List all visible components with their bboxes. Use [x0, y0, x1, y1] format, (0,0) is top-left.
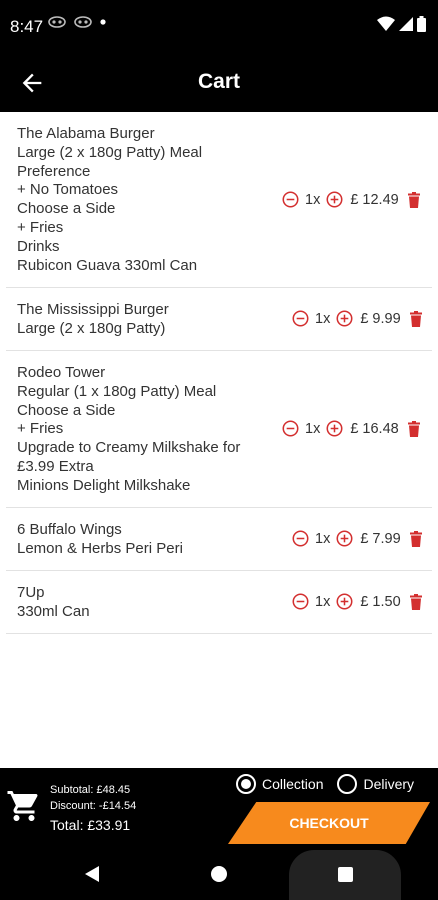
item-controls: 1x £ 12.49 [282, 191, 421, 208]
minus-circle-icon[interactable] [292, 530, 309, 547]
cart-item: 7Up 330ml Can 1x £ 1.50 [6, 571, 432, 634]
delivery-label[interactable]: Delivery [363, 776, 414, 792]
item-quantity: 1x [315, 530, 331, 547]
item-line: Preference [17, 162, 91, 180]
item-line: + Fries [17, 218, 64, 236]
nav-recents-button[interactable] [289, 850, 401, 900]
item-line: Rodeo Tower [17, 364, 106, 381]
collection-radio[interactable] [236, 774, 256, 794]
item-line: Lemon & Herbs Peri Peri [17, 539, 183, 557]
trash-icon[interactable] [409, 593, 423, 610]
item-line: Upgrade to Creamy Milkshake for [17, 439, 241, 457]
cart-item-description: The Mississippi Burger Large (2 x 180g P… [17, 301, 169, 339]
cart-item: The Mississippi Burger Large (2 x 180g P… [6, 288, 432, 351]
page-title: Cart [197, 70, 240, 93]
item-line: Regular (1 x 180g Patty) Meal [17, 382, 217, 400]
nav-back-icon[interactable] [84, 865, 100, 883]
shopping-cart-icon [7, 791, 38, 821]
item-line: Minions Delight Milkshake [17, 476, 191, 494]
nav-home-icon[interactable] [211, 866, 227, 882]
nav-recents-icon [338, 867, 353, 882]
plus-circle-icon[interactable] [336, 593, 353, 610]
item-quantity: 1x [305, 191, 321, 208]
item-controls: 1x £ 16.48 [282, 420, 421, 437]
item-price: £ 1.50 [360, 593, 401, 610]
cart-item: 6 Buffalo Wings Lemon & Herbs Peri Peri … [6, 508, 432, 571]
item-line: Drinks [17, 237, 60, 255]
item-line: + No Tomatoes [17, 181, 119, 199]
item-line: + Fries [17, 420, 64, 438]
minus-circle-icon[interactable] [292, 593, 309, 610]
status-system-icons [377, 16, 426, 32]
plus-circle-icon[interactable] [336, 530, 353, 547]
order-type-selector: Collection Delivery [236, 774, 414, 794]
trash-icon[interactable] [407, 191, 421, 208]
status-time: 8:47 [10, 17, 44, 36]
item-line: Choose a Side [17, 401, 116, 419]
trash-icon[interactable] [407, 420, 421, 437]
plus-circle-icon[interactable] [336, 310, 353, 327]
notification-icon [74, 16, 92, 28]
collection-label[interactable]: Collection [262, 776, 323, 792]
minus-circle-icon[interactable] [292, 310, 309, 327]
wifi-icon [377, 16, 395, 31]
cart-item: Rodeo Tower Regular (1 x 180g Patty) Mea… [6, 351, 432, 508]
trash-icon[interactable] [409, 310, 423, 327]
item-line: Large (2 x 180g Patty) [17, 319, 166, 337]
cart-item-description: 6 Buffalo Wings Lemon & Herbs Peri Peri [17, 521, 183, 559]
battery-icon [417, 16, 426, 32]
cart-item: The Alabama Burger Large (2 x 180g Patty… [6, 112, 432, 288]
item-quantity: 1x [305, 420, 321, 437]
item-quantity: 1x [315, 593, 331, 610]
cart-list: The Alabama Burger Large (2 x 180g Patty… [0, 112, 438, 768]
item-controls: 1x £ 1.50 [292, 593, 423, 610]
item-price: £ 9.99 [360, 310, 401, 327]
delivery-radio[interactable] [337, 774, 358, 794]
item-line: 7Up [17, 584, 45, 601]
plus-circle-icon[interactable] [326, 191, 343, 208]
item-price: £ 7.99 [360, 530, 401, 547]
cart-item-description: The Alabama Burger Large (2 x 180g Patty… [17, 125, 202, 275]
signal-icon [399, 17, 413, 31]
total: Total: £33.91 [50, 817, 131, 833]
item-price: £ 12.49 [350, 191, 399, 208]
item-line: The Alabama Burger [17, 125, 155, 142]
checkout-button[interactable]: CHECKOUT [228, 802, 430, 844]
status-notifications [48, 16, 106, 28]
item-line: 330ml Can [17, 602, 90, 620]
dot-icon [100, 19, 106, 25]
status-bar: 8:47 [0, 0, 438, 54]
trash-icon[interactable] [409, 530, 423, 547]
checkout-bar: Subtotal: £48.45 Discount: -£14.54 Total… [0, 768, 438, 848]
system-nav-bar [0, 848, 438, 900]
item-price: £ 16.48 [350, 420, 399, 437]
notification-icon [48, 16, 66, 28]
item-line: The Mississippi Burger [17, 301, 169, 318]
minus-circle-icon[interactable] [282, 191, 299, 208]
app-bar: Cart [0, 54, 438, 112]
minus-circle-icon[interactable] [282, 420, 299, 437]
discount: Discount: -£14.54 [50, 800, 137, 812]
item-controls: 1x £ 7.99 [292, 530, 423, 547]
cart-item-description: Rodeo Tower Regular (1 x 180g Patty) Mea… [17, 364, 240, 496]
item-line: Large (2 x 180g Patty) Meal [17, 143, 203, 161]
item-line: 6 Buffalo Wings [17, 521, 122, 538]
cart-item-description: 7Up 330ml Can [17, 584, 90, 622]
item-quantity: 1x [315, 310, 331, 327]
item-line: £3.99 Extra [17, 457, 94, 475]
subtotal: Subtotal: £48.45 [50, 784, 131, 796]
plus-circle-icon[interactable] [326, 420, 343, 437]
item-line: Rubicon Guava 330ml Can [17, 256, 198, 274]
item-controls: 1x £ 9.99 [292, 310, 423, 327]
item-line: Choose a Side [17, 200, 116, 218]
